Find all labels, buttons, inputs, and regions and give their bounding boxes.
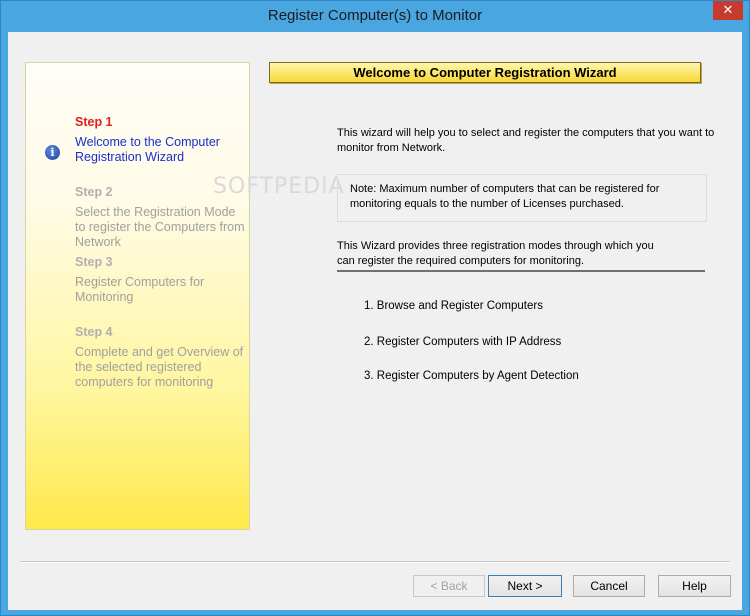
note-text: Note: Maximum number of computers that c… — [350, 183, 660, 210]
section-divider — [337, 270, 705, 272]
back-button[interactable]: < Back — [413, 575, 485, 597]
step-3-description: Register Computers for Monitoring — [75, 275, 205, 304]
mode-item-agent-detection: 3. Register Computers by Agent Detection — [364, 370, 579, 382]
step-4-title: Step 4 — [75, 325, 113, 339]
wizard-body: i Step 1 Welcome to the Computer Registr… — [8, 32, 742, 610]
modes-intro-text: This Wizard provides three registration … — [337, 240, 654, 267]
step-1: Step 1 Welcome to the Computer Registrat… — [75, 115, 245, 165]
footer-divider — [20, 561, 730, 563]
help-button[interactable]: Help — [658, 575, 731, 597]
wizard-banner: Welcome to Computer Registration Wizard — [269, 62, 701, 83]
intro-text: This wizard will help you to select and … — [337, 127, 715, 154]
step-3-title: Step 3 — [75, 255, 113, 269]
close-icon: ✕ — [722, 3, 734, 18]
info-icon: i — [45, 145, 60, 160]
step-4: Step 4 Complete and get Overview of the … — [75, 325, 245, 390]
steps-panel: i Step 1 Welcome to the Computer Registr… — [25, 62, 250, 530]
cancel-button[interactable]: Cancel — [573, 575, 645, 597]
next-button[interactable]: Next > — [488, 575, 562, 597]
mode-item-browse: 1. Browse and Register Computers — [364, 300, 543, 312]
watermark: SOFTPEDIA — [213, 174, 345, 199]
window-title: Register Computer(s) to Monitor — [267, 7, 483, 24]
step-4-description: Complete and get Overview of the selecte… — [75, 345, 244, 389]
step-3: Step 3 Register Computers for Monitoring — [75, 255, 245, 305]
title-bar[interactable]: Register Computer(s) to Monitor ✕ — [1, 1, 749, 32]
step-1-title: Step 1 — [75, 115, 113, 129]
close-button[interactable]: ✕ — [713, 1, 743, 20]
mode-item-ip-address: 2. Register Computers with IP Address — [364, 336, 562, 348]
note-box: Note: Maximum number of computers that c… — [337, 174, 707, 222]
step-2-description: Select the Registration Mode to register… — [75, 205, 245, 249]
wizard-window: Register Computer(s) to Monitor ✕ i Step… — [0, 0, 750, 616]
step-1-description: Welcome to the Computer Registration Wiz… — [75, 135, 220, 164]
